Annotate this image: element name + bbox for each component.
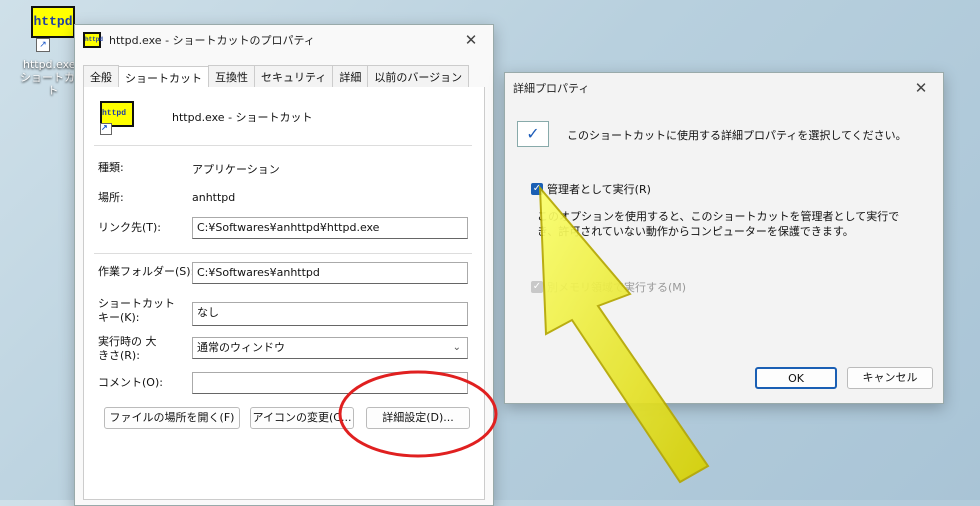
close-icon[interactable]: ✕ bbox=[457, 29, 485, 51]
run-label: 実行時の 大きさ(R): bbox=[98, 335, 157, 362]
run-as-admin-checkbox[interactable]: ✓ bbox=[531, 183, 543, 195]
tab-security[interactable]: セキュリティ bbox=[254, 65, 334, 88]
httpd-logo-text: httpd bbox=[102, 109, 127, 118]
tab-compatibility[interactable]: 互換性 bbox=[208, 65, 255, 88]
cancel-button[interactable]: キャンセル bbox=[847, 367, 933, 389]
location-label: 場所: bbox=[98, 191, 124, 204]
tab-shortcut[interactable]: ショートカット bbox=[118, 66, 209, 89]
comment-input[interactable] bbox=[192, 372, 468, 394]
hotkey-label: ショートカット キー(K): bbox=[98, 297, 175, 324]
target-label: リンク先(T): bbox=[98, 221, 162, 234]
comment-label: コメント(O): bbox=[98, 376, 163, 389]
tab-details[interactable]: 詳細 bbox=[332, 65, 369, 88]
advanced-button[interactable]: 詳細設定(D)... bbox=[366, 407, 470, 429]
admin-description: このオプションを使用すると、このショートカットを管理者として実行でき、許可されて… bbox=[537, 210, 900, 238]
start-in-input[interactable]: C:¥Softwares¥anhttpd bbox=[192, 262, 468, 284]
run-as-admin-label[interactable]: 管理者として実行(R) bbox=[547, 181, 651, 197]
shortcut-arrow-icon: ↗ bbox=[36, 38, 50, 52]
httpd-logo-icon: httpd bbox=[31, 6, 75, 38]
dialog-title: 詳細プロパティ bbox=[513, 82, 590, 95]
run-select-value: 通常のウィンドウ bbox=[197, 341, 285, 354]
divider bbox=[94, 145, 472, 146]
type-label: 種類: bbox=[98, 161, 124, 174]
dialog-body: ✓ このショートカットに使用する詳細プロパティを選択してください。 ✓ 管理者と… bbox=[505, 103, 943, 403]
type-value: アプリケーション bbox=[192, 163, 280, 176]
httpd-title-icon: httpd bbox=[83, 32, 103, 48]
location-value: anhttpd bbox=[192, 191, 236, 204]
checkmark-icon: ✓ bbox=[517, 121, 549, 147]
close-icon[interactable]: ✕ bbox=[907, 77, 935, 99]
target-input[interactable]: C:¥Softwares¥anhttpd¥httpd.exe bbox=[192, 217, 468, 239]
ok-button[interactable]: OK bbox=[755, 367, 837, 389]
window-title: httpd.exe - ショートカットのプロパティ bbox=[109, 34, 315, 47]
separate-memory-label[interactable]: 別メモリ領域で実行する(M) bbox=[547, 279, 686, 295]
run-select[interactable]: 通常のウィンドウ ⌄ bbox=[192, 337, 468, 359]
open-file-location-button[interactable]: ファイルの場所を開く(F) bbox=[104, 407, 240, 429]
tab-strip: 全般 ショートカット 互換性 セキュリティ 詳細 以前のバージョン bbox=[83, 65, 483, 89]
shortcut-properties-window: httpd httpd.exe - ショートカットのプロパティ ✕ 全般 ショー… bbox=[74, 24, 494, 506]
dialog-title-bar: 詳細プロパティ ✕ bbox=[505, 73, 943, 103]
shortcut-panel: httpd ↗ httpd.exe - ショートカット 種類: アプリケーション… bbox=[83, 87, 485, 500]
change-icon-button[interactable]: アイコンの変更(C... bbox=[250, 407, 354, 429]
chevron-down-icon: ⌄ bbox=[452, 342, 461, 353]
shortcut-name: httpd.exe - ショートカット bbox=[172, 111, 313, 124]
divider bbox=[94, 253, 472, 254]
shortcut-arrow-icon: ↗ bbox=[100, 123, 112, 135]
dialog-intro: このショートカットに使用する詳細プロパティを選択してください。 bbox=[567, 129, 907, 142]
tab-general[interactable]: 全般 bbox=[83, 65, 119, 88]
advanced-properties-dialog: 詳細プロパティ ✕ ✓ このショートカットに使用する詳細プロパティを選択してくだ… bbox=[504, 72, 944, 404]
separate-memory-checkbox[interactable]: ✓ bbox=[531, 281, 543, 293]
title-bar: httpd httpd.exe - ショートカットのプロパティ ✕ bbox=[75, 25, 493, 55]
start-in-label: 作業フォルダー(S): bbox=[98, 265, 195, 278]
hotkey-input[interactable]: なし bbox=[192, 302, 468, 326]
tab-previous-versions[interactable]: 以前のバージョン bbox=[367, 65, 470, 88]
httpd-shortcut-icon: httpd ↗ bbox=[100, 101, 134, 135]
